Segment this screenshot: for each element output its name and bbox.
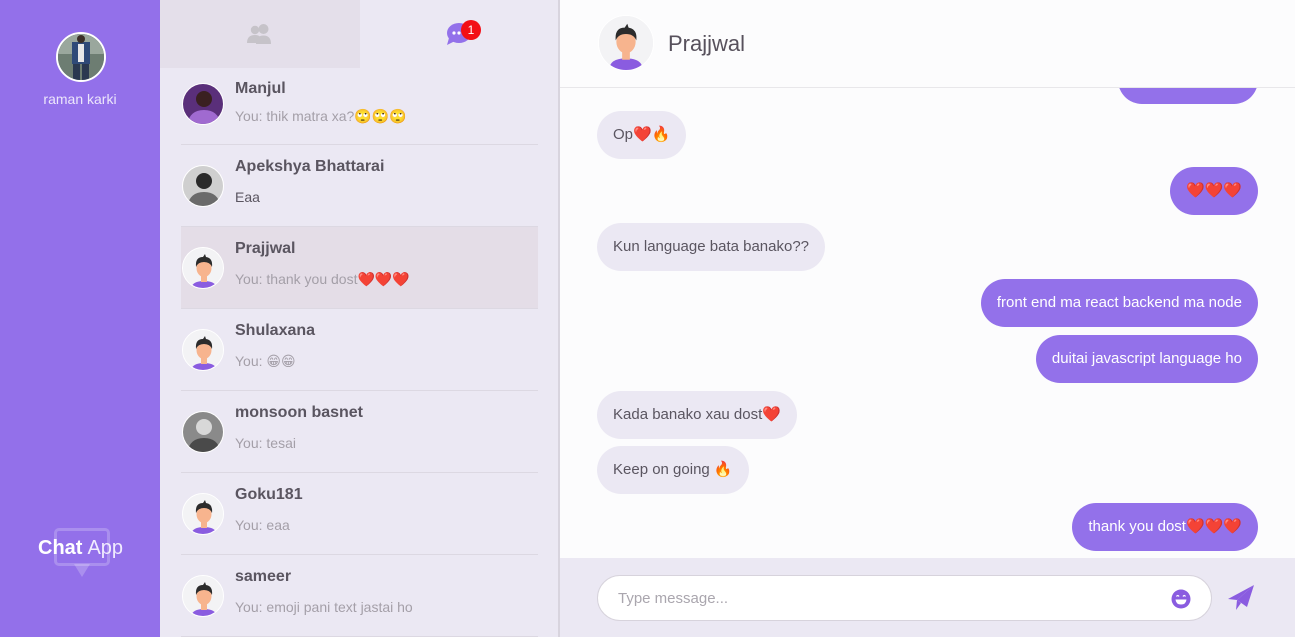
unread-badge: 1	[461, 20, 481, 40]
contact-name: sameer	[235, 568, 292, 585]
conversation-item[interactable]: Apekshya Bhattarai Eaa	[181, 145, 538, 227]
conversation-item[interactable]: Goku181 You: eaa	[181, 473, 538, 555]
contact-name: Manjul	[235, 80, 286, 97]
user-photo-icon	[58, 34, 104, 80]
contact-avatar	[182, 575, 224, 617]
sent-message: front end ma react backend ma node	[980, 279, 1258, 327]
last-message-preview: You: thik matra xa?🙄🙄🙄	[235, 108, 407, 124]
contact-name: Goku181	[235, 486, 303, 503]
last-message-preview: Eaa	[235, 189, 260, 205]
smiley-icon	[1171, 589, 1191, 609]
received-message: Kada banako xau dost❤️	[597, 391, 797, 439]
conversation-item[interactable]: monsoon basnet You: tesai	[181, 391, 538, 473]
contact-avatar	[182, 493, 224, 535]
received-message: Kun language bata banako??	[597, 223, 826, 271]
last-message-preview: You: emoji pani text jastai ho	[235, 599, 413, 615]
tab-bar: 1	[160, 0, 558, 68]
app-logo: Chat App	[38, 524, 138, 584]
contact-name: Shulaxana	[235, 322, 316, 339]
conversation-list: Manjul You: thik matra xa?🙄🙄🙄 Apekshya Bha…	[181, 68, 538, 637]
tab-chats[interactable]: 1	[360, 0, 558, 68]
logo-thin-text: App	[87, 537, 124, 559]
user-avatar[interactable]	[56, 32, 106, 82]
message-input-wrapper	[597, 575, 1212, 621]
sent-message: thank you dost❤️❤️❤️	[1072, 503, 1258, 551]
conversation-panel: 1 Manjul You: thik matra xa?🙄🙄🙄 Apekshya B…	[160, 0, 560, 637]
conversation-item[interactable]: Manjul You: thik matra xa?🙄🙄🙄	[181, 68, 538, 145]
conversation-item[interactable]: Prajjwal You: thank you dost❤️❤️❤️	[181, 227, 538, 309]
user-name: raman karki	[43, 91, 117, 107]
default-avatar-icon	[183, 576, 223, 616]
received-message: Op❤️🔥	[597, 111, 687, 159]
default-avatar-icon	[599, 16, 653, 70]
composer	[560, 558, 1295, 637]
send-button[interactable]	[1226, 583, 1256, 613]
last-message-preview: You: tesai	[235, 435, 296, 451]
conversation-item[interactable]: Shulaxana You: 😁😁	[181, 309, 538, 391]
chat-header: Prajjwal	[560, 0, 1295, 88]
sent-message: duitai javascript language ho	[1035, 335, 1258, 383]
contact-avatar	[182, 247, 224, 289]
last-message-preview: You: 😁😁	[235, 353, 296, 369]
nav-rail: raman karki Chat App	[0, 0, 160, 637]
last-message-preview: You: thank you dost❤️❤️❤️	[235, 271, 410, 287]
contact-name: Apekshya Bhattarai	[235, 158, 385, 175]
conversation-item[interactable]: sameer You: emoji pani text jastai ho	[181, 555, 538, 637]
contact-photo-icon	[183, 166, 223, 206]
chat-avatar[interactable]	[598, 15, 654, 71]
paper-plane-icon	[1228, 585, 1254, 610]
chat-window: Prajjwal Op❤️🔥 ❤️❤️❤️ Kun language bata ba…	[560, 0, 1295, 637]
contact-avatar	[182, 411, 224, 453]
contact-photo-icon	[183, 412, 223, 452]
contact-name: monsoon basnet	[235, 404, 364, 421]
message-list[interactable]: Op❤️🔥 ❤️❤️❤️ Kun language bata banako?? fro…	[560, 88, 1295, 558]
emoji-button[interactable]	[1171, 589, 1191, 609]
sent-message	[1118, 88, 1258, 104]
received-message: Keep on going 🔥	[597, 446, 749, 494]
logo-bold-text: Chat	[38, 537, 83, 559]
contact-avatar	[182, 165, 224, 207]
tab-contacts[interactable]	[160, 0, 360, 68]
default-avatar-icon	[183, 330, 223, 370]
contact-avatar	[182, 83, 224, 125]
message-input[interactable]	[618, 576, 1158, 620]
contact-name: Prajjwal	[235, 240, 296, 257]
chat-title: Prajjwal	[668, 31, 746, 56]
last-message-preview: You: eaa	[235, 517, 290, 533]
sent-message: ❤️❤️❤️	[1169, 167, 1258, 215]
contact-avatar	[182, 329, 224, 371]
default-avatar-icon	[183, 248, 223, 288]
users-icon	[247, 24, 271, 44]
default-avatar-icon	[183, 494, 223, 534]
contact-photo-icon	[183, 84, 223, 124]
